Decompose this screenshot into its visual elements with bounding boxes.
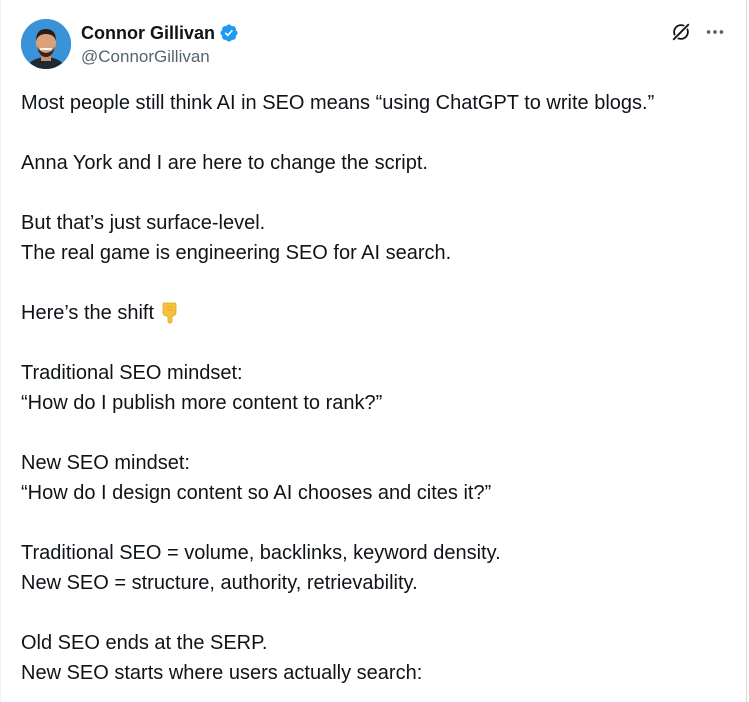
tweet-line: “How do I publish more content to rank?” <box>21 392 383 414</box>
tweet-paragraph: Anna York and I are here to change the s… <box>21 148 736 178</box>
display-name[interactable]: Connor Gillivan <box>81 21 215 45</box>
tweet-line-with-emoji: Here’s the shift <box>21 298 736 328</box>
tweet-line: “How do I design content so AI chooses a… <box>21 482 492 504</box>
tweet-line: Traditional SEO mindset: <box>21 362 243 384</box>
tweet-paragraph: New SEO mindset: “How do I design conten… <box>21 448 736 508</box>
author-names: Connor Gillivan @ConnorGillivan <box>81 21 239 68</box>
tweet-paragraph: But that’s just surface-level. The real … <box>21 208 736 268</box>
tweet-paragraph: Traditional SEO = volume, backlinks, key… <box>21 538 736 598</box>
avatar[interactable] <box>21 19 71 69</box>
tweet-line: New SEO = structure, authority, retrieva… <box>21 572 418 594</box>
tweet-paragraph: Old SEO ends at the SERP. New SEO starts… <box>21 628 736 688</box>
author-handle[interactable]: @ConnorGillivan <box>81 46 239 68</box>
pointing-down-emoji-icon <box>158 300 182 324</box>
tweet-line: The real game is engineering SEO for AI … <box>21 242 452 264</box>
tweet-paragraph: Traditional SEO mindset: “How do I publi… <box>21 358 736 418</box>
tweet-actions-top <box>670 20 726 44</box>
verified-check-icon <box>219 23 239 43</box>
tweet-paragraph: Most people still think AI in SEO means … <box>21 88 736 118</box>
tweet-line: Old SEO ends at the SERP. <box>21 632 268 654</box>
tweet-line: Traditional SEO = volume, backlinks, key… <box>21 542 501 564</box>
grok-icon[interactable] <box>670 21 692 43</box>
tweet-line: But that’s just surface-level. <box>21 212 266 234</box>
tweet-text: Most people still think AI in SEO means … <box>21 88 736 688</box>
tweet-line: New SEO starts where users actually sear… <box>21 662 423 684</box>
tweet-line: Anna York and I are here to change the s… <box>21 152 428 174</box>
tweet-paragraph: Here’s the shift <box>21 298 736 328</box>
tweet-header: Connor Gillivan @ConnorGillivan <box>21 19 239 69</box>
tweet-card: Connor Gillivan @ConnorGillivan Most peo… <box>0 0 747 702</box>
more-options-icon[interactable] <box>704 21 726 43</box>
tweet-line: New SEO mindset: <box>21 452 190 474</box>
tweet-line: Most people still think AI in SEO means … <box>21 92 655 114</box>
tweet-line-text: Here’s the shift <box>21 302 155 324</box>
name-row: Connor Gillivan <box>81 21 239 45</box>
